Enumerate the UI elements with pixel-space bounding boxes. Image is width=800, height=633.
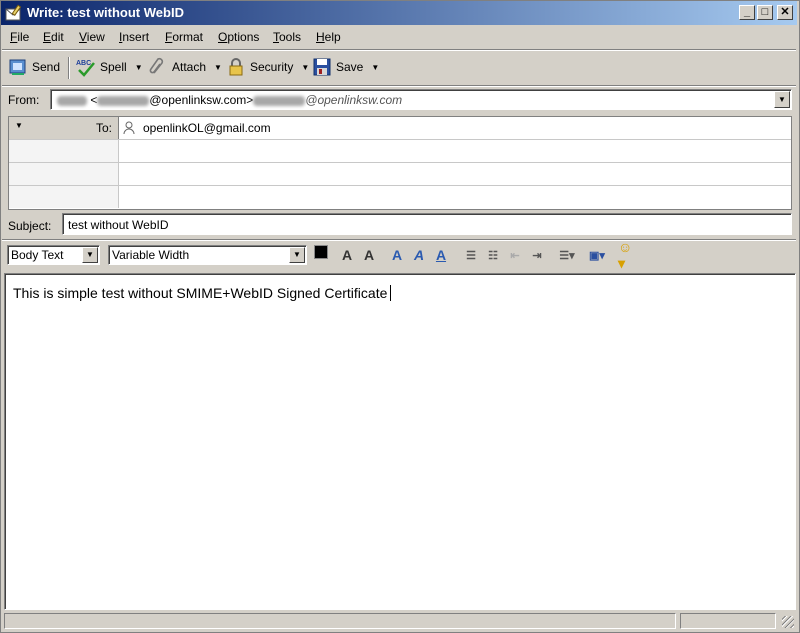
insert-image-icon[interactable]: ▣▾ [588,246,606,264]
subject-input[interactable]: test without WebID [62,213,792,235]
font-dropdown-icon[interactable]: ▼ [289,247,305,263]
security-button[interactable]: Security ▼ [226,55,309,79]
menu-format[interactable]: Format [165,30,203,44]
from-value: < @openlinksw.com> @openlinksw.com [57,93,402,107]
send-button[interactable]: Send [8,55,60,79]
title-bar: Write: test without WebID _ □ ✕ [1,1,797,25]
subject-label: Subject: [8,219,52,233]
recipient-type-select[interactable]: ▼ To: [9,117,119,139]
italic-icon[interactable]: A [410,246,428,264]
svg-text:ABC: ABC [76,60,91,67]
close-button[interactable]: ✕ [777,5,793,20]
floppy-disk-icon [313,58,331,76]
status-progress-panel [680,613,776,629]
smiley-icon[interactable]: ☺▾ [618,239,636,271]
font-select[interactable]: Variable Width ▼ [108,245,307,265]
redacted-user-2 [253,95,306,106]
paragraph-format-select[interactable]: Body Text ▼ [7,245,100,265]
from-dropdown-icon[interactable]: ▼ [774,91,790,108]
outdent-icon[interactable]: ⇤ [506,246,524,264]
redacted-name [57,95,87,106]
recipient-row-empty[interactable] [9,163,791,186]
menu-options[interactable]: Options [218,30,259,44]
paperclip-icon [149,57,164,74]
recipient-row-empty[interactable] [9,186,791,209]
menu-file[interactable]: File [10,30,29,44]
main-toolbar: Send ABC Spell ▼ Attach ▼ Security ▼ Sav… [2,51,796,83]
recipient-row-empty[interactable] [9,140,791,163]
recipient-row[interactable]: ▼ To: openlinkOL@gmail.com [9,117,791,140]
recipient-type-dropdown-icon[interactable]: ▼ [15,121,23,130]
spell-check-icon: ABC [76,60,95,77]
attach-button[interactable]: Attach ▼ [148,55,222,79]
save-dropdown-icon[interactable]: ▼ [371,63,379,72]
toolbar-separator [68,57,70,79]
menu-view[interactable]: View [79,30,105,44]
toolbar-separator-bottom [2,85,796,87]
send-icon [9,59,26,75]
resize-grip-icon[interactable] [782,616,794,628]
from-select[interactable]: < @openlinksw.com> @openlinksw.com ▼ [50,89,792,110]
recipient-type-empty [9,186,119,208]
maximize-button[interactable]: □ [757,5,773,20]
minimize-button[interactable]: _ [739,5,755,20]
spell-button[interactable]: ABC Spell ▼ [76,55,143,79]
menu-insert[interactable]: Insert [119,30,149,44]
save-button[interactable]: Save ▼ [312,55,379,79]
indent-icon[interactable]: ⇥ [528,246,546,264]
message-body-text: This is simple test without SMIME+WebID … [13,285,392,301]
menu-help[interactable]: Help [316,30,341,44]
status-text-panel [4,613,676,629]
align-icon[interactable]: ☰▾ [558,246,576,264]
window-title: Write: test without WebID [27,5,184,20]
recipient-type-label: To: [95,121,112,135]
bold-icon[interactable]: A [388,246,406,264]
menu-edit[interactable]: Edit [43,30,64,44]
underline-icon[interactable]: A [432,246,450,264]
security-dropdown-icon[interactable]: ▼ [301,63,309,72]
recipient-address[interactable]: openlinkOL@gmail.com [143,121,271,135]
attach-dropdown-icon[interactable]: ▼ [214,63,222,72]
text-color-picker[interactable] [314,245,334,265]
lock-icon [229,58,243,76]
message-body-editor[interactable]: This is simple test without SMIME+WebID … [4,273,796,610]
from-label: From: [8,93,40,107]
recipient-type-empty [9,163,119,185]
foreground-color-swatch [314,245,328,259]
person-icon [123,121,135,135]
numbered-list-icon[interactable]: ☷ [484,246,502,264]
format-toolbar: Body Text ▼ Variable Width ▼ A A A A A ☰… [2,239,796,271]
spell-dropdown-icon[interactable]: ▼ [135,63,143,72]
smaller-font-icon[interactable]: A [338,246,356,264]
menu-file-rest: ile [17,30,30,44]
paragraph-format-dropdown-icon[interactable]: ▼ [82,247,98,263]
status-bar [2,612,796,630]
larger-font-icon[interactable]: A [360,246,378,264]
compose-app-icon [5,4,22,21]
menu-tools[interactable]: Tools [273,30,301,44]
redacted-user [97,95,150,106]
recipient-type-empty [9,140,119,162]
bulleted-list-icon[interactable]: ☰ [462,246,480,264]
recipients-list: ▼ To: openlinkOL@gmail.com [8,116,792,210]
menu-bar: File Edit View Insert Format Options Too… [2,27,796,48]
text-caret [390,285,392,301]
subject-value: test without WebID [68,218,169,232]
